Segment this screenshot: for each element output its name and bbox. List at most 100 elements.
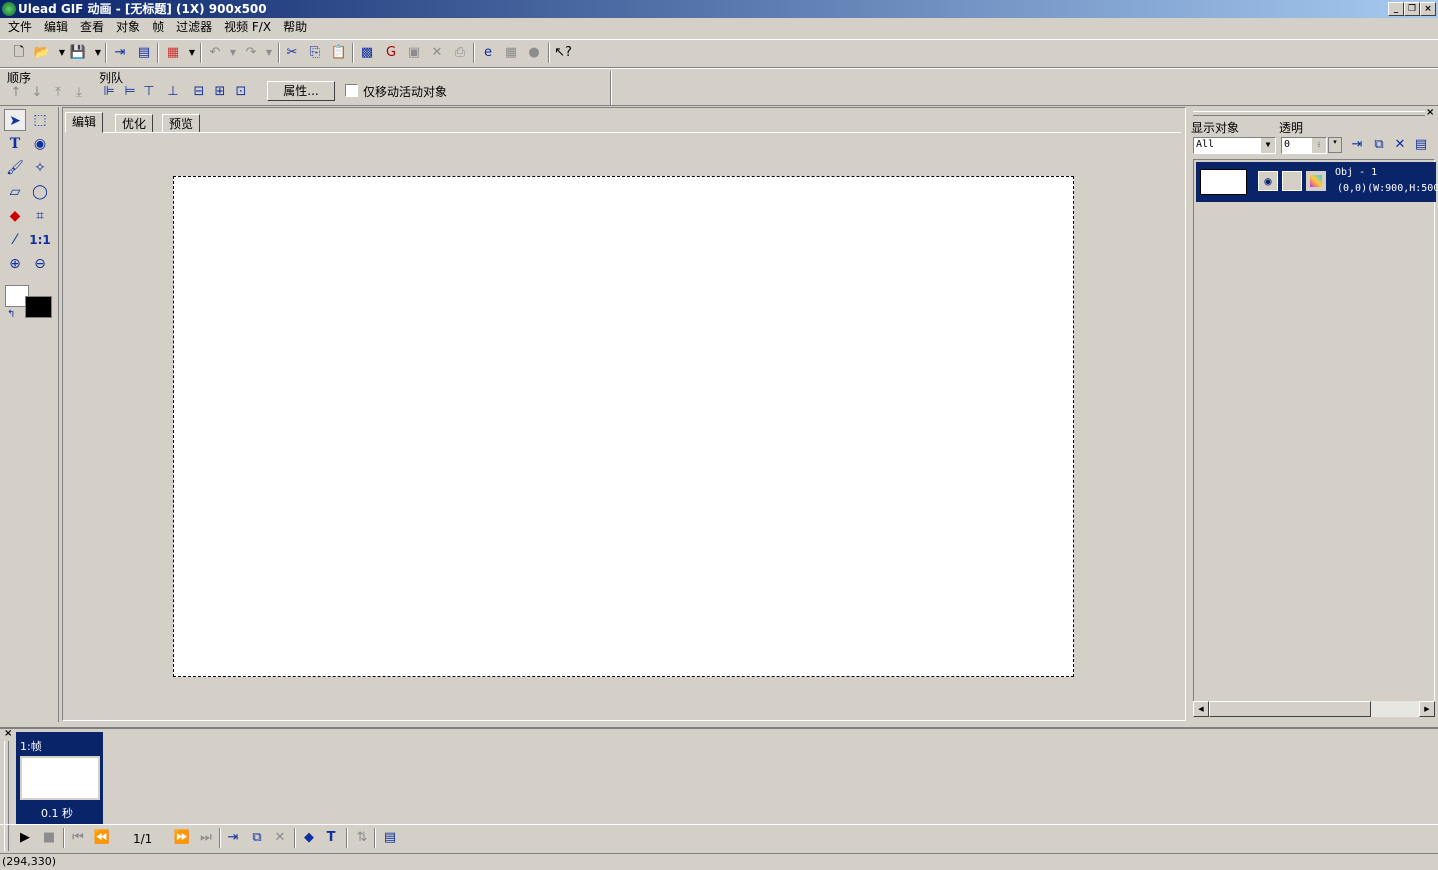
export-icon[interactable]: ⎙	[450, 43, 470, 63]
redo-dropdown-icon[interactable]: ▼	[259, 43, 279, 63]
text-tool-icon[interactable]: T	[4, 133, 26, 155]
menu-filter[interactable]: 过滤器	[170, 18, 218, 37]
move-down-icon[interactable]: ↓	[27, 83, 47, 103]
restore-button[interactable]: ❐	[1404, 2, 1420, 16]
color-attribute-icon[interactable]	[1306, 171, 1326, 191]
align-left-icon[interactable]: ⊫	[99, 82, 119, 102]
horizontal-scrollbar[interactable]: ◀ ▶	[1193, 701, 1435, 717]
new-icon[interactable]: 🗋	[9, 43, 29, 63]
foreground-color-swatch[interactable]	[25, 296, 52, 318]
transparency-input[interactable]: 0 ⁝	[1281, 137, 1327, 154]
scroll-left-icon[interactable]: ◀	[1193, 701, 1209, 717]
close-button[interactable]: ×	[1420, 2, 1436, 16]
swap-colors-icon[interactable]: ↰	[7, 309, 15, 320]
center-both-icon[interactable]: ⊡	[231, 82, 251, 102]
cut-icon[interactable]: ✂	[282, 43, 302, 63]
last-frame-icon[interactable]: ⏭	[196, 828, 216, 848]
zoom-out-tool-icon[interactable]: ⊖	[29, 253, 51, 275]
stop-icon[interactable]: ■	[39, 828, 59, 848]
panel-grip[interactable]	[1193, 111, 1425, 116]
center-vertical-icon[interactable]: ⊟	[189, 82, 209, 102]
menu-video-fx[interactable]: 视频 F/X	[218, 18, 277, 37]
add-frame-icon[interactable]: ▤	[134, 43, 154, 63]
show-objects-select[interactable]: All Objects ▼	[1193, 137, 1276, 154]
eyedropper-tool-icon[interactable]: ⁄	[4, 229, 26, 251]
banner-text-icon[interactable]: T	[321, 828, 341, 848]
open-icon[interactable]: 📂	[32, 43, 52, 63]
center-horizontal-icon[interactable]: ⊞	[210, 82, 230, 102]
transform-tool-icon[interactable]: ◉	[29, 133, 51, 155]
import-icon[interactable]: ⇥	[110, 43, 130, 63]
duplicate-frame-icon[interactable]: ⧉	[247, 828, 267, 848]
slice-icon[interactable]: ▦	[501, 43, 521, 63]
tab-edit[interactable]: 编辑	[65, 112, 104, 133]
delete-object-icon[interactable]: ✕	[1390, 135, 1410, 155]
object-row[interactable]: ◉ Obj - 1 (0,0)(W:900,H:500	[1196, 162, 1438, 202]
browser-preview-icon[interactable]: e	[478, 43, 498, 63]
paste-icon[interactable]: 📋	[329, 43, 349, 63]
undo-icon[interactable]: ↶	[205, 43, 225, 63]
new-object-icon[interactable]: ⇥	[1347, 135, 1367, 155]
crop-icon[interactable]: ✕	[427, 43, 447, 63]
fill-tool-icon[interactable]: ◆	[4, 205, 26, 227]
menu-edit[interactable]: 编辑	[38, 18, 74, 37]
align-right-icon[interactable]: ⊨	[120, 82, 140, 102]
move-top-icon[interactable]: ⤒	[48, 83, 68, 103]
minimize-button[interactable]: _	[1388, 2, 1404, 16]
frame-panel-close-icon[interactable]: ×	[4, 728, 12, 739]
move-up-icon[interactable]: ↑	[6, 83, 26, 103]
lock-toggle[interactable]	[1282, 171, 1302, 191]
play-icon[interactable]: ▶	[15, 828, 35, 848]
image-canvas[interactable]	[173, 176, 1074, 677]
object-properties-icon[interactable]: ▤	[1411, 135, 1431, 155]
banner-icon[interactable]: ▣	[404, 43, 424, 63]
reverse-frames-icon[interactable]: ⇅	[352, 828, 372, 848]
scroll-thumb[interactable]	[1209, 701, 1371, 717]
gif-icon[interactable]: G	[381, 43, 401, 63]
transparency-dropdown-icon[interactable]: ▾	[1328, 137, 1342, 153]
optimize-icon[interactable]: ▩	[357, 43, 377, 63]
move-bottom-icon[interactable]: ⤓	[69, 83, 89, 103]
crop-tool-icon[interactable]: ⌗	[29, 205, 51, 227]
move-active-only-checkbox[interactable]	[345, 84, 358, 97]
pointer-tool-icon[interactable]: ➤	[4, 109, 26, 131]
menu-help[interactable]: 帮助	[277, 18, 313, 37]
align-bottom-icon[interactable]: ⊥	[163, 82, 183, 102]
panel-close-icon[interactable]: ×	[1426, 107, 1434, 118]
properties-button[interactable]: 属性...	[267, 81, 335, 101]
visibility-eye-icon[interactable]: ◉	[1258, 171, 1278, 191]
save-icon[interactable]: 💾	[68, 43, 88, 63]
lasso-tool-icon[interactable]: ◯	[29, 181, 51, 203]
align-top-icon[interactable]: ⊤	[139, 82, 159, 102]
edit-dropdown-icon[interactable]: ▼	[182, 43, 202, 63]
previous-frame-icon[interactable]: ⏪	[92, 828, 112, 848]
add-frame-icon[interactable]: ⇥	[223, 828, 243, 848]
eraser-tool-icon[interactable]: ▱	[4, 181, 26, 203]
frame-properties-icon[interactable]: ▤	[380, 828, 400, 848]
menu-view[interactable]: 查看	[74, 18, 110, 37]
tab-optimize[interactable]: 优化	[115, 114, 154, 133]
actual-size-tool-icon[interactable]: 1:1	[29, 229, 51, 251]
zoom-in-tool-icon[interactable]: ⊕	[4, 253, 26, 275]
brush-tool-icon[interactable]: 🖌	[4, 157, 26, 179]
tab-preview[interactable]: 预览	[162, 114, 201, 133]
tween-icon[interactable]: ◆	[299, 828, 319, 848]
context-help-icon[interactable]: ↖?	[553, 43, 573, 63]
dropdown-arrow-icon[interactable]: ▼	[1261, 138, 1275, 153]
duplicate-object-icon[interactable]: ⧉	[1369, 135, 1389, 155]
redo-icon[interactable]: ↷	[241, 43, 261, 63]
marquee-tool-icon[interactable]: ⬚	[29, 109, 51, 131]
magic-wand-tool-icon[interactable]: ✧	[29, 157, 51, 179]
edit-with-icon[interactable]: ▦	[163, 43, 183, 63]
first-frame-icon[interactable]: ⏮	[68, 828, 88, 848]
scroll-right-icon[interactable]: ▶	[1419, 701, 1435, 717]
menu-file[interactable]: 文件	[2, 18, 38, 37]
spinner-icon[interactable]: ⁝	[1312, 138, 1326, 153]
next-frame-icon[interactable]: ⏩	[172, 828, 192, 848]
delete-frame-icon[interactable]: ✕	[270, 828, 290, 848]
copy-icon[interactable]: ⎘	[305, 43, 325, 63]
frame-thumbnail-item[interactable]: 1:帧 0.1 秒	[16, 732, 103, 825]
menu-object[interactable]: 对象	[110, 18, 146, 37]
menu-frame[interactable]: 帧	[146, 18, 170, 37]
undo-dropdown-icon[interactable]: ▼	[223, 43, 243, 63]
